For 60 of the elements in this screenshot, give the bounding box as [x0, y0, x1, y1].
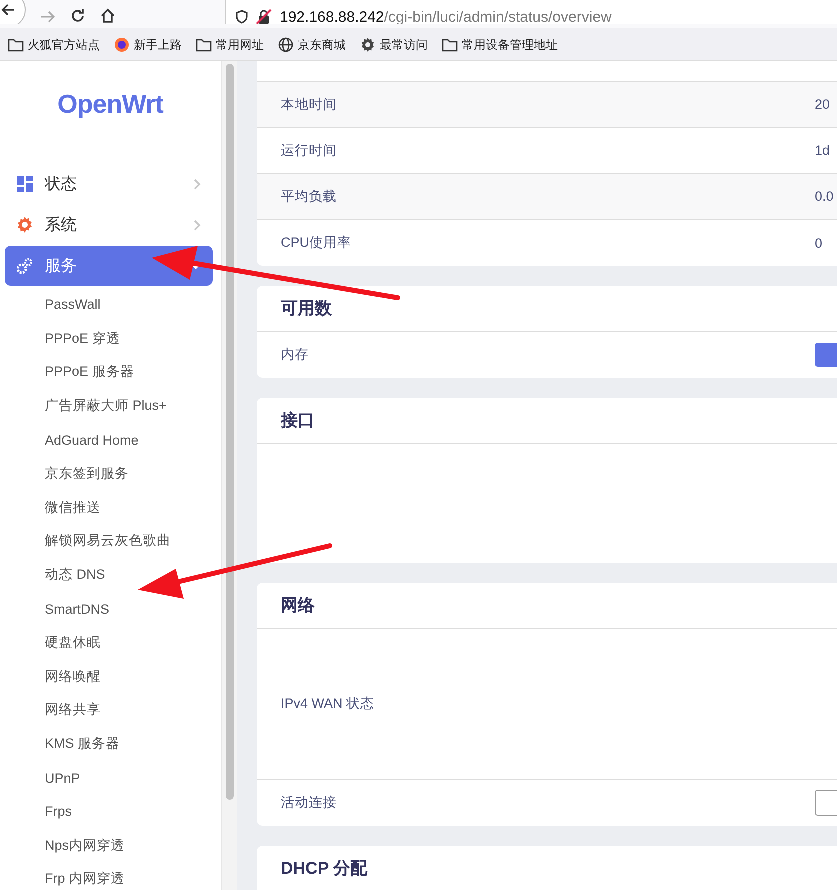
reload-icon[interactable]: [70, 8, 86, 24]
submenu-item[interactable]: 网络共享: [45, 694, 101, 728]
browser-logo-icon: [114, 37, 130, 53]
submenu-item[interactable]: Nps内网穿透: [45, 828, 126, 863]
folder-icon: [196, 38, 212, 52]
submenu-item[interactable]: PPPoE 服务器: [45, 356, 134, 390]
logo[interactable]: OpenWrt: [58, 89, 164, 120]
row-label: 运行时间: [281, 142, 338, 160]
row-value: 20: [815, 97, 830, 112]
submenu-item[interactable]: AdGuard Home: [45, 423, 139, 457]
submenu-item[interactable]: 解锁网易云灰色歌曲: [45, 524, 171, 558]
shield-icon: [236, 10, 248, 24]
submenu-item[interactable]: SmartDNS: [45, 592, 110, 626]
section-title: DHCP 分配: [257, 846, 837, 890]
bookmark-item[interactable]: 火狐官方站点: [8, 36, 100, 54]
bookmark-item[interactable]: 京东商城: [278, 36, 346, 54]
submenu-item[interactable]: UPnP: [45, 761, 80, 795]
submenu-item[interactable]: 硬盘休眠: [45, 626, 101, 660]
globe-icon: [278, 37, 294, 53]
back-arrow-icon: [0, 2, 16, 18]
submenu-item[interactable]: PPPoE 穿透: [45, 322, 120, 356]
submenu-item[interactable]: Frps: [45, 794, 72, 829]
gear-icon: [360, 37, 376, 53]
gears-icon: [17, 258, 33, 274]
folder-icon: [8, 38, 24, 52]
submenu-item[interactable]: 广告屏蔽大师 Plus+: [45, 389, 167, 424]
row-label: 本地时间: [281, 96, 338, 114]
submenu-item[interactable]: PassWall: [45, 288, 101, 322]
section-title: 可用数: [257, 286, 837, 332]
row-label: 平均负载: [281, 188, 338, 206]
settings-icon: [17, 217, 33, 233]
nav-item[interactable]: 系统: [5, 205, 214, 245]
dashboard-icon: [17, 176, 33, 192]
row-value: 0: [815, 236, 823, 250]
insecure-lock-icon: [256, 9, 272, 24]
submenu-item[interactable]: 微信推送: [45, 490, 101, 525]
submenu-item[interactable]: 网络唤醒: [45, 660, 101, 694]
submenu-item[interactable]: 动态 DNS: [45, 558, 106, 592]
bookmark-item[interactable]: 常用设备管理地址: [442, 36, 558, 54]
row-label: 活动连接: [281, 794, 338, 812]
bookmark-item[interactable]: 新手上路: [114, 36, 182, 54]
submenu-item[interactable]: Frp 内网穿透: [45, 862, 126, 890]
submenu-item[interactable]: 京东签到服务: [45, 456, 129, 491]
home-icon[interactable]: [100, 8, 116, 24]
section-title: 接口: [257, 398, 837, 444]
section-title: 网络: [257, 583, 837, 629]
bookmark-item[interactable]: 常用网址: [196, 36, 264, 54]
row-value: 0.0: [815, 189, 834, 204]
row-value: 1d: [815, 143, 830, 158]
nav-item[interactable]: 服务: [5, 246, 214, 286]
scrollbar-thumb[interactable]: [226, 64, 234, 800]
bookmark-item[interactable]: 最常访问: [360, 36, 428, 54]
memory-bar: [815, 343, 837, 367]
row-label: 内存: [281, 346, 310, 364]
connections-field: [815, 790, 837, 816]
submenu-item[interactable]: KMS 服务器: [45, 727, 120, 762]
nav-item[interactable]: 状态: [5, 164, 214, 204]
row-label: IPv4 WAN 状态: [281, 695, 376, 713]
row-label: CPU使用率: [281, 234, 353, 252]
folder-icon: [442, 38, 458, 52]
